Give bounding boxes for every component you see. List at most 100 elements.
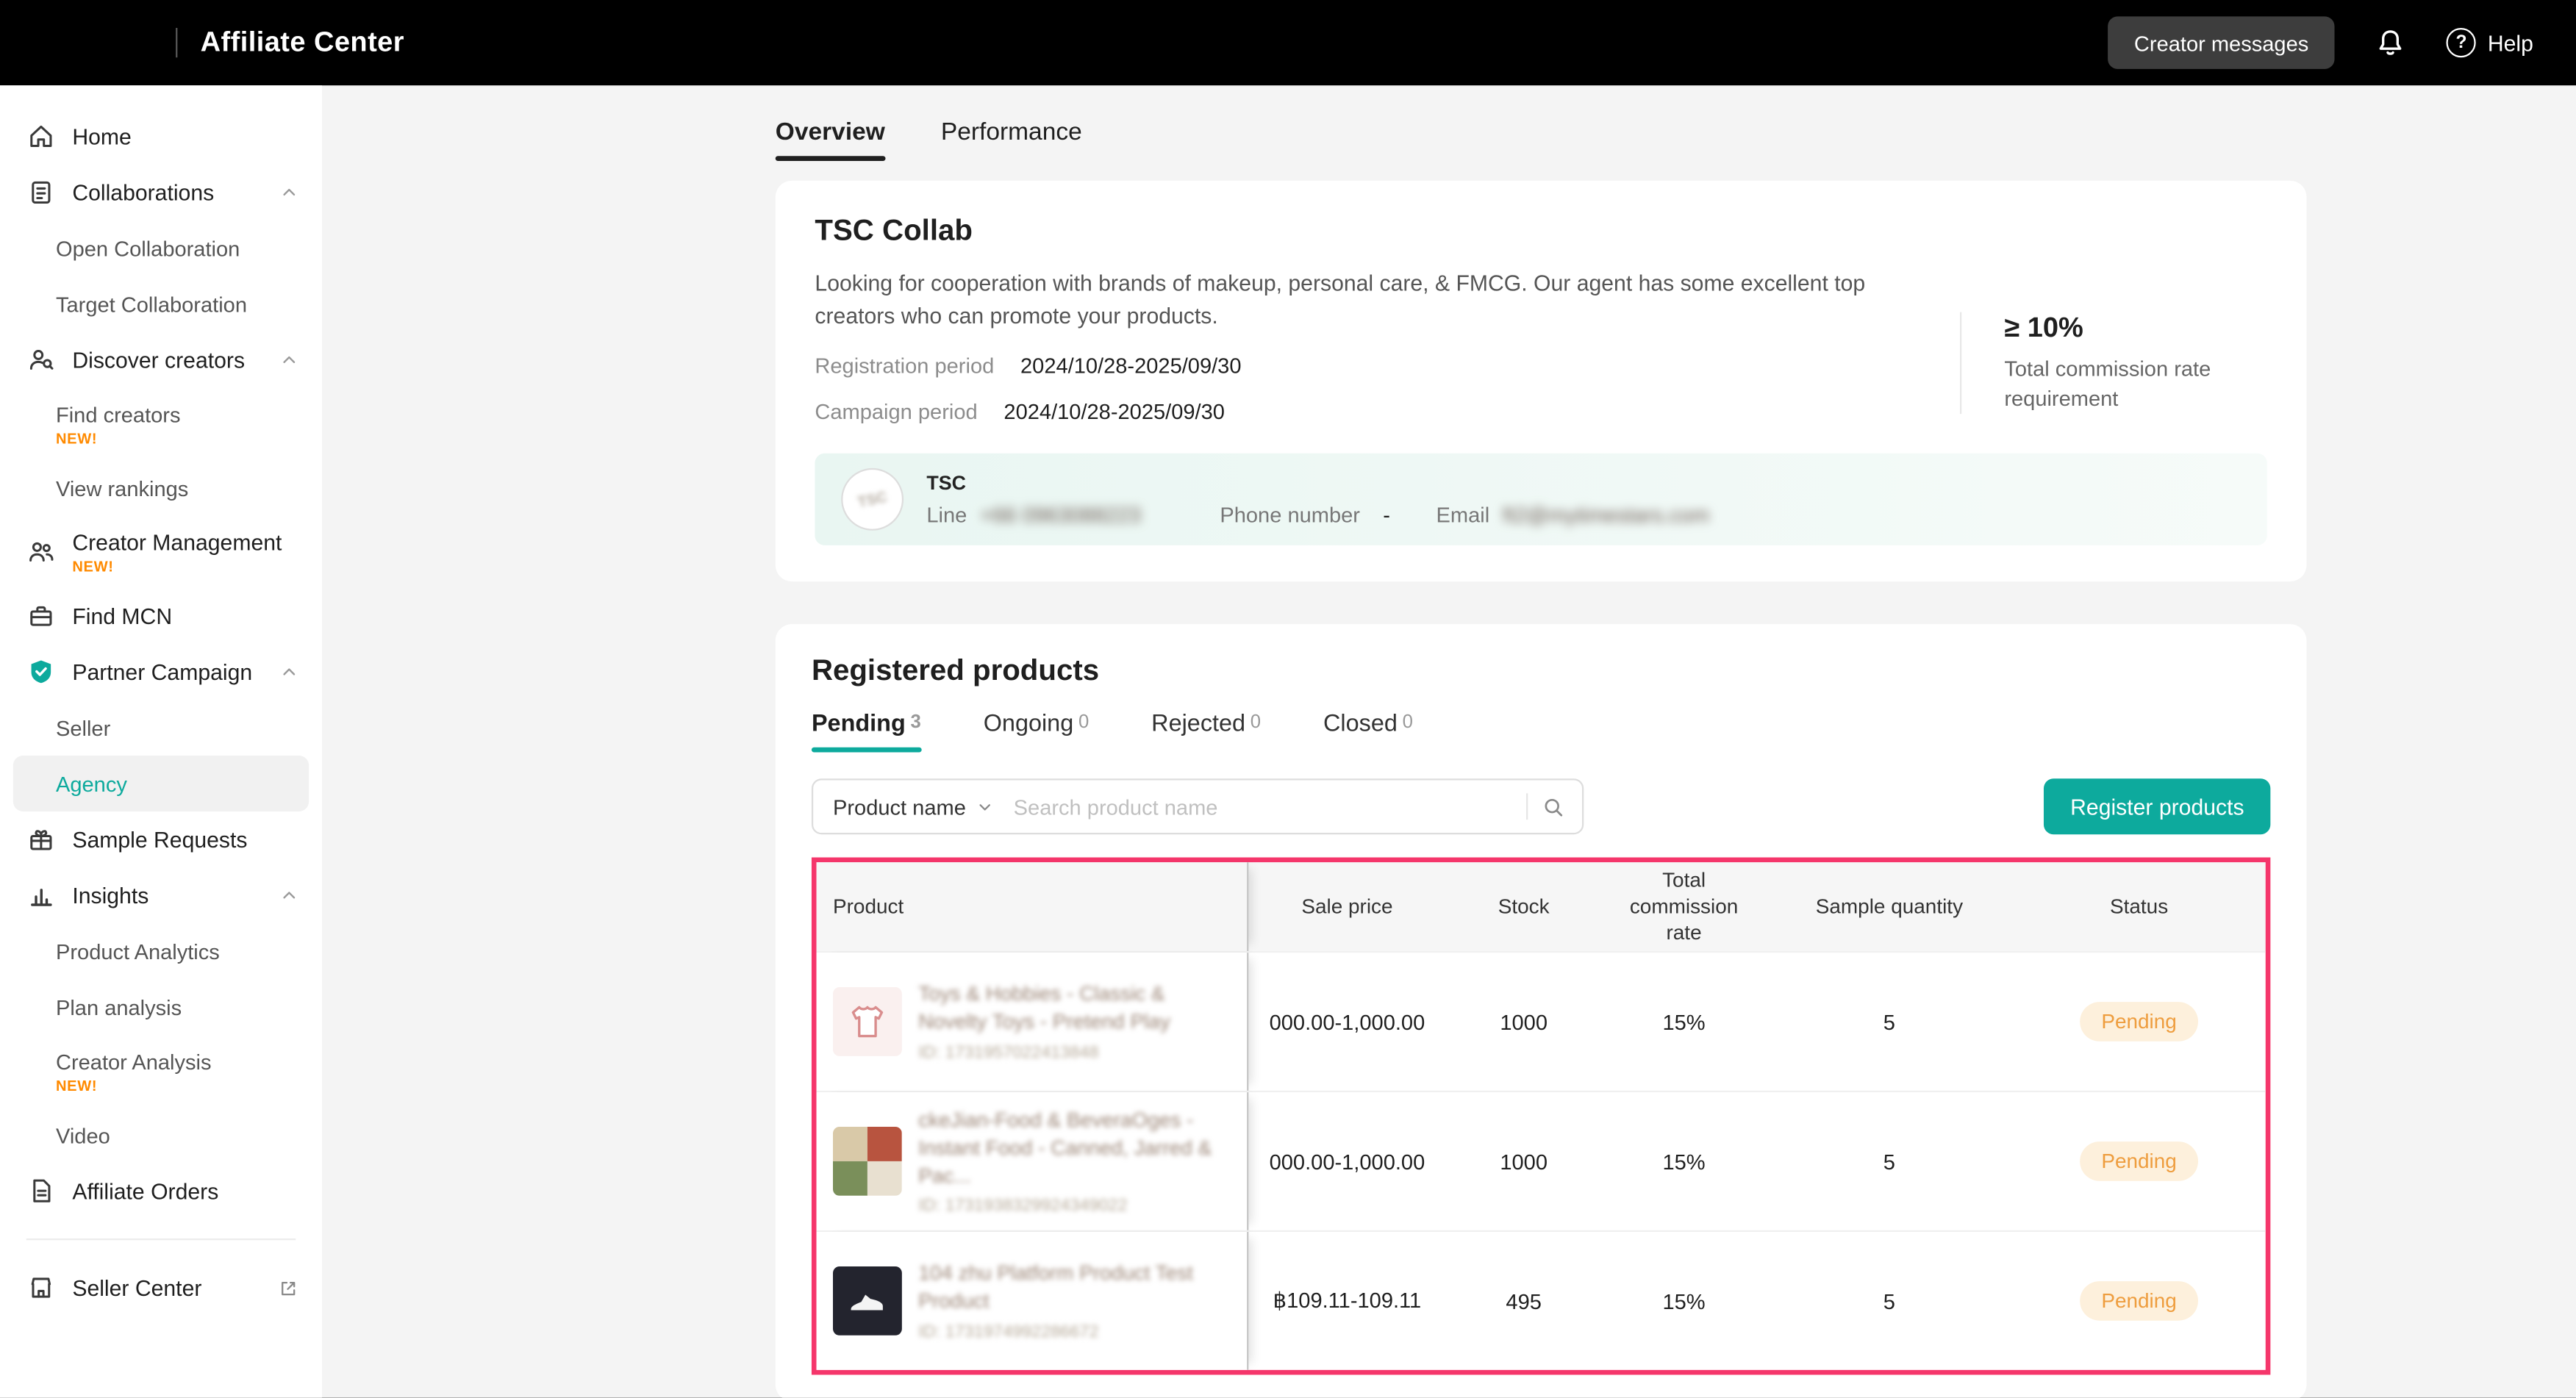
collaborations-icon [26, 177, 56, 207]
sidebar-item-discover-creators[interactable]: Discover creators [0, 331, 322, 387]
tab-overview[interactable]: Overview [776, 118, 885, 161]
table-header-row: Product Sale price Stock Total commissio… [817, 862, 2266, 951]
sidebar-item-product-analytics[interactable]: Product Analytics [0, 923, 322, 979]
sidebar-item-label: Video [56, 1122, 322, 1147]
sidebar-item-find-mcn[interactable]: Find MCN [0, 588, 322, 644]
register-products-button[interactable]: Register products [2044, 779, 2270, 835]
campaign-period-value: 2024/10/28-2025/09/30 [1003, 399, 1224, 424]
main-area: Overview Performance TSC Collab Looking … [322, 85, 2576, 1398]
app-window: Affiliate Center Creator messages ? Help [0, 0, 2576, 1398]
sidebar-item-label: Seller Center [72, 1275, 201, 1300]
commission-caption: Total commission rate requirement [2004, 355, 2250, 415]
sample-quantity-cell: 5 [1766, 1149, 2012, 1174]
chevron-up-icon[interactable] [279, 662, 299, 682]
sidebar-item-plan-analysis[interactable]: Plan analysis [0, 979, 322, 1035]
sidebar-item-label: Target Collaboration [56, 292, 322, 317]
status-cell: Pending [2013, 1141, 2266, 1181]
partner-campaign-shield-icon [26, 657, 56, 687]
document-icon [26, 1176, 56, 1205]
question-icon: ? [2447, 28, 2476, 57]
sidebar-item-label: Affiliate Orders [72, 1178, 218, 1203]
commission-cell: 15% [1602, 1288, 1766, 1313]
header-status: Status [2013, 894, 2266, 920]
sidebar-item-label: Product Analytics [56, 939, 322, 964]
registered-products-card: Registered products Pending 3 Ongoing 0 … [776, 624, 2307, 1397]
sidebar-item-view-rankings[interactable]: View rankings [0, 460, 322, 516]
search-field-dropdown[interactable]: Product name [813, 795, 1010, 820]
sidebar-item-video[interactable]: Video [0, 1107, 322, 1163]
chevron-up-icon[interactable] [279, 350, 299, 370]
sidebar-item-agency[interactable]: Agency [13, 756, 309, 811]
sidebar-item-label: Discover creators [72, 348, 245, 373]
sidebar-item-creator-analysis[interactable]: Creator Analysis NEW! [0, 1035, 322, 1107]
tab-performance[interactable]: Performance [941, 118, 1082, 161]
sidebar-item-open-collaboration[interactable]: Open Collaboration [0, 220, 322, 276]
search-icon[interactable] [1541, 795, 1566, 820]
sidebar-item-home[interactable]: Home [0, 108, 322, 164]
agency-name: TSC [926, 472, 1709, 495]
sidebar-item-seller-center[interactable]: Seller Center [0, 1260, 322, 1316]
agency-avatar-text: TSC [856, 489, 889, 511]
stock-cell: 495 [1446, 1288, 1602, 1313]
filter-row: Product name Register products [812, 779, 2270, 835]
phone-value: - [1383, 503, 1390, 528]
sidebar-item-find-creators[interactable]: Find creators NEW! [0, 387, 322, 459]
product-cell: Toys & Hobbies - Classic & Novelty Toys … [817, 953, 1249, 1091]
topbar: Affiliate Center Creator messages ? Help [0, 0, 2576, 85]
sample-quantity-cell: 5 [1766, 1010, 2012, 1035]
new-badge: NEW! [56, 1077, 322, 1093]
tab-ongoing[interactable]: Ongoing 0 [984, 711, 1090, 753]
commission-cell: 15% [1602, 1010, 1766, 1035]
tab-rejected[interactable]: Rejected 0 [1151, 711, 1261, 753]
product-thumbnail [833, 1127, 902, 1196]
stock-cell: 1000 [1446, 1149, 1602, 1174]
sidebar-divider [26, 1239, 296, 1240]
sidebar-item-seller[interactable]: Seller [0, 700, 322, 756]
sidebar-item-insights[interactable]: Insights [0, 867, 322, 923]
sidebar-item-affiliate-orders[interactable]: Affiliate Orders [0, 1163, 322, 1219]
agency-contact-banner: TSC TSC Line +66 0963088223 Phone number… [815, 454, 2266, 545]
table-row: ckeJian-Food & BeveraOges - Instant Food… [817, 1091, 2266, 1230]
commission-value: ≥ 10% [2004, 312, 2272, 345]
tab-count: 0 [1078, 713, 1089, 733]
topbar-divider [176, 28, 177, 57]
chevron-down-icon [976, 797, 994, 816]
products-table-highlight-box: Product Sale price Stock Total commissio… [812, 858, 2270, 1375]
product-name: 104 zhu Platform Product Test Product [918, 1261, 1231, 1316]
tab-pending[interactable]: Pending 3 [812, 711, 921, 753]
tab-count: 0 [1251, 713, 1261, 733]
header-commission: Total commission rate [1602, 867, 1766, 947]
chevron-up-icon[interactable] [279, 886, 299, 906]
chevron-up-icon[interactable] [279, 182, 299, 202]
store-icon [26, 1273, 56, 1302]
help-button[interactable]: ? Help [2447, 28, 2533, 57]
sidebar-item-collaborations[interactable]: Collaborations [0, 164, 322, 220]
sidebar-item-label: Seller [56, 715, 322, 740]
sale-price-cell: 000.00-1,000.00 [1248, 1010, 1445, 1035]
sidebar-item-partner-campaign[interactable]: Partner Campaign [0, 644, 322, 700]
new-badge: NEW! [56, 429, 322, 445]
app-title: Affiliate Center [201, 26, 404, 60]
bar-chart-icon [26, 881, 56, 910]
sidebar-item-label: Find creators [56, 401, 322, 426]
creator-management-icon [26, 537, 56, 567]
tab-label: Rejected [1151, 711, 1245, 738]
line-value: +66 0963088223 [980, 503, 1141, 528]
sidebar-item-sample-requests[interactable]: Sample Requests [0, 811, 322, 867]
tab-count: 3 [910, 713, 920, 733]
sidebar-item-label: Creator Management [72, 530, 282, 555]
notifications-bell-icon[interactable] [2375, 26, 2408, 60]
sidebar-item-target-collaboration[interactable]: Target Collaboration [0, 276, 322, 331]
email-value: ft2@mytimestars.com [1503, 503, 1709, 528]
sidebar-item-label: Find MCN [72, 603, 172, 628]
campaign-period-label: Campaign period [815, 399, 977, 424]
gift-icon [26, 825, 56, 854]
sale-price-cell: 000.00-1,000.00 [1248, 1149, 1445, 1174]
sidebar-item-creator-management[interactable]: Creator Management NEW! [0, 516, 322, 588]
search-input[interactable] [1010, 793, 1526, 821]
home-icon [26, 121, 56, 151]
tab-closed[interactable]: Closed 0 [1323, 711, 1413, 753]
sidebar-item-label: Creator Analysis [56, 1049, 322, 1074]
sidebar-item-label: Collaborations [72, 180, 214, 205]
creator-messages-button[interactable]: Creator messages [2108, 16, 2335, 69]
